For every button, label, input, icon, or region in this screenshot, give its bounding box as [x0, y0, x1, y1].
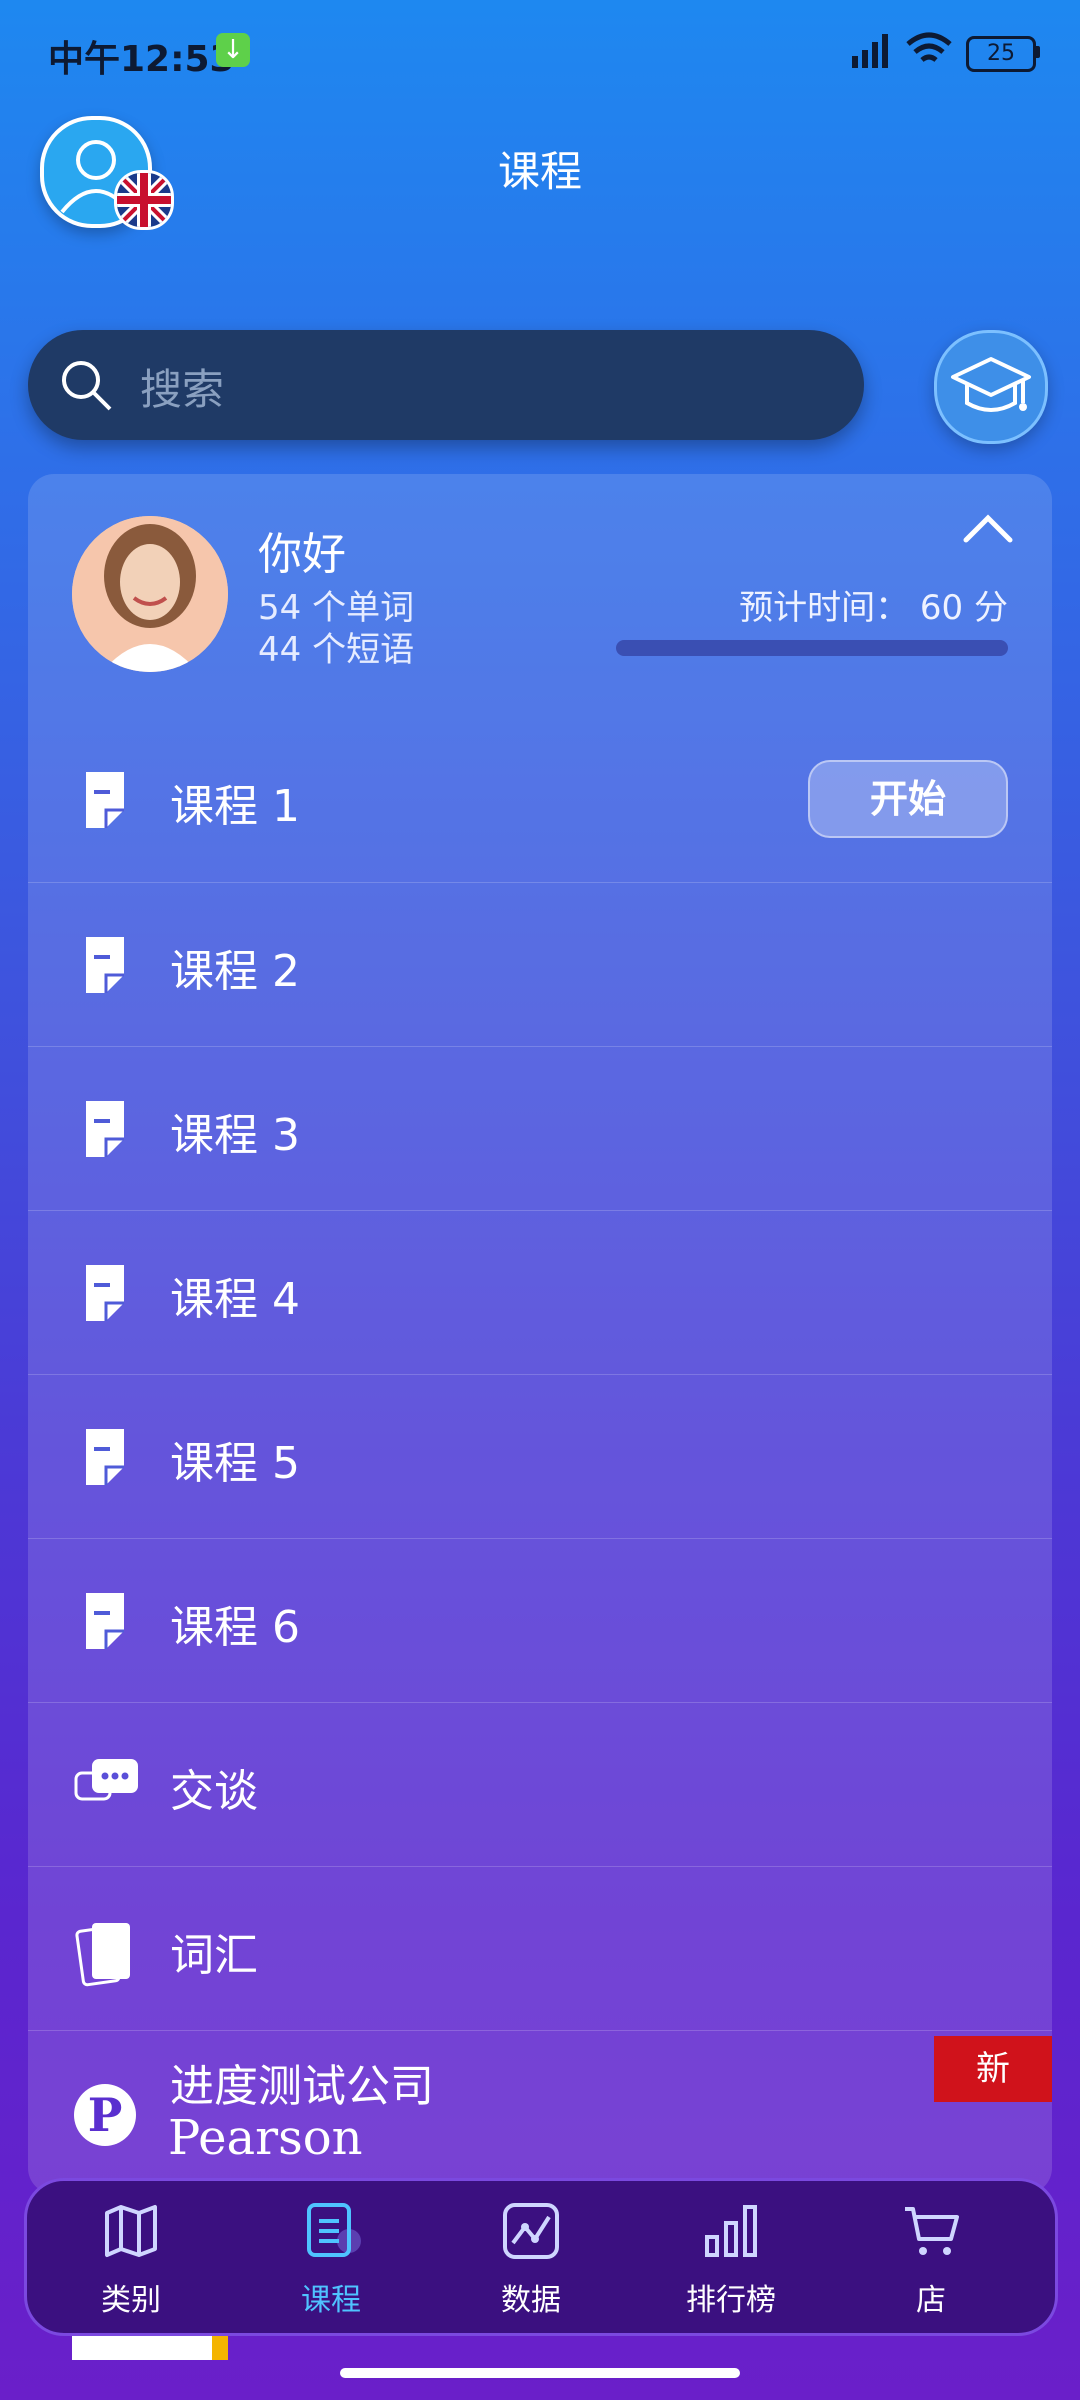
progress-bar: [616, 640, 1008, 656]
nav-label: 数据: [501, 2283, 561, 2318]
lesson-icon: [86, 1265, 124, 1321]
talk-label: 交谈: [170, 1766, 258, 1817]
uk-flag-icon: [114, 170, 174, 230]
estimated-time: 预计时间： 60 分: [739, 588, 1008, 628]
battery-indicator: 25: [966, 36, 1036, 72]
nav-categories[interactable]: 类别: [31, 2181, 231, 2333]
lesson-icon: [86, 1101, 124, 1157]
page-title: 课程: [497, 147, 582, 196]
lesson-icon: [86, 1429, 124, 1485]
lesson-row-4[interactable]: 课程 4: [28, 1210, 1052, 1375]
cart-icon: [905, 2207, 959, 2255]
chat-bubbles-icon: [74, 1759, 138, 1801]
lesson-row-3[interactable]: 课程 3: [28, 1046, 1052, 1211]
status-time: 中午12:53: [48, 39, 235, 80]
tutor-avatar: [72, 516, 228, 672]
lesson-label: 课程 5: [170, 1438, 300, 1489]
nav-label: 店: [916, 2283, 946, 2318]
lesson-label: 课程 4: [170, 1274, 300, 1325]
nav-label: 课程: [301, 2283, 361, 2318]
status-bar: 中午12:53 ↓ 25: [0, 0, 1080, 100]
start-button[interactable]: 开始: [808, 760, 1008, 838]
nav-shop[interactable]: 店: [831, 2181, 1031, 2333]
leaderboard-icon: [705, 2205, 757, 2257]
graduation-cap-icon: [951, 357, 1031, 412]
content-peek-accent: [212, 2336, 228, 2360]
lesson-row-6[interactable]: 课程 6: [28, 1538, 1052, 1703]
lesson-label: 课程 2: [170, 946, 300, 997]
search-icon: [62, 361, 112, 411]
lesson-label: 课程 6: [170, 1602, 300, 1653]
signal-icon: [852, 34, 888, 68]
new-badge: 新: [934, 2036, 1052, 2102]
pearson-logo-icon: P: [74, 2084, 136, 2146]
lesson-row-2[interactable]: 课程 2: [28, 882, 1052, 1047]
nav-label: 排行榜: [686, 2283, 776, 2318]
map-icon: [105, 2205, 157, 2257]
search-placeholder: 搜索: [140, 365, 225, 414]
lesson-label: 课程 1: [170, 781, 300, 832]
flashcards-icon: [75, 1923, 130, 1987]
vocab-label: 词汇: [170, 1930, 258, 1981]
nav-stats[interactable]: 数据: [431, 2181, 631, 2333]
nav-label: 类别: [101, 2283, 161, 2318]
chevron-up-icon[interactable]: [960, 510, 1016, 546]
lesson-row-5[interactable]: 课程 5: [28, 1374, 1052, 1539]
stats-icon: [503, 2203, 559, 2259]
download-icon: ↓: [216, 33, 250, 67]
battery-tip: [1034, 46, 1040, 58]
nav-lessons[interactable]: 课程: [231, 2181, 431, 2333]
lesson-icon: [86, 772, 124, 828]
list-icon: [307, 2203, 361, 2257]
lesson-label: 课程 3: [170, 1110, 300, 1161]
vocab-row[interactable]: 词汇: [28, 1866, 1052, 2031]
content-peek: [72, 2336, 228, 2360]
graduation-button[interactable]: [934, 330, 1048, 444]
lesson-icon: [86, 937, 124, 993]
search-bar[interactable]: 搜索: [28, 330, 864, 440]
bottom-nav: 类别 课程 数据 排行榜 店: [24, 2178, 1058, 2336]
wifi-icon: [906, 32, 952, 62]
home-indicator[interactable]: [340, 2368, 740, 2378]
nav-leaderboard[interactable]: 排行榜: [631, 2181, 831, 2333]
talk-row[interactable]: 交谈: [28, 1702, 1052, 1867]
pearson-wordmark: Pearson: [168, 2110, 363, 2166]
lesson-icon: [86, 1593, 124, 1649]
lesson-row-1[interactable]: 课程 1 开始: [28, 718, 1052, 882]
phrase-count: 44 个短语: [258, 630, 415, 670]
tutor-greeting: 你好: [258, 529, 346, 580]
pearson-title: 进度测试公司: [170, 2061, 434, 2112]
